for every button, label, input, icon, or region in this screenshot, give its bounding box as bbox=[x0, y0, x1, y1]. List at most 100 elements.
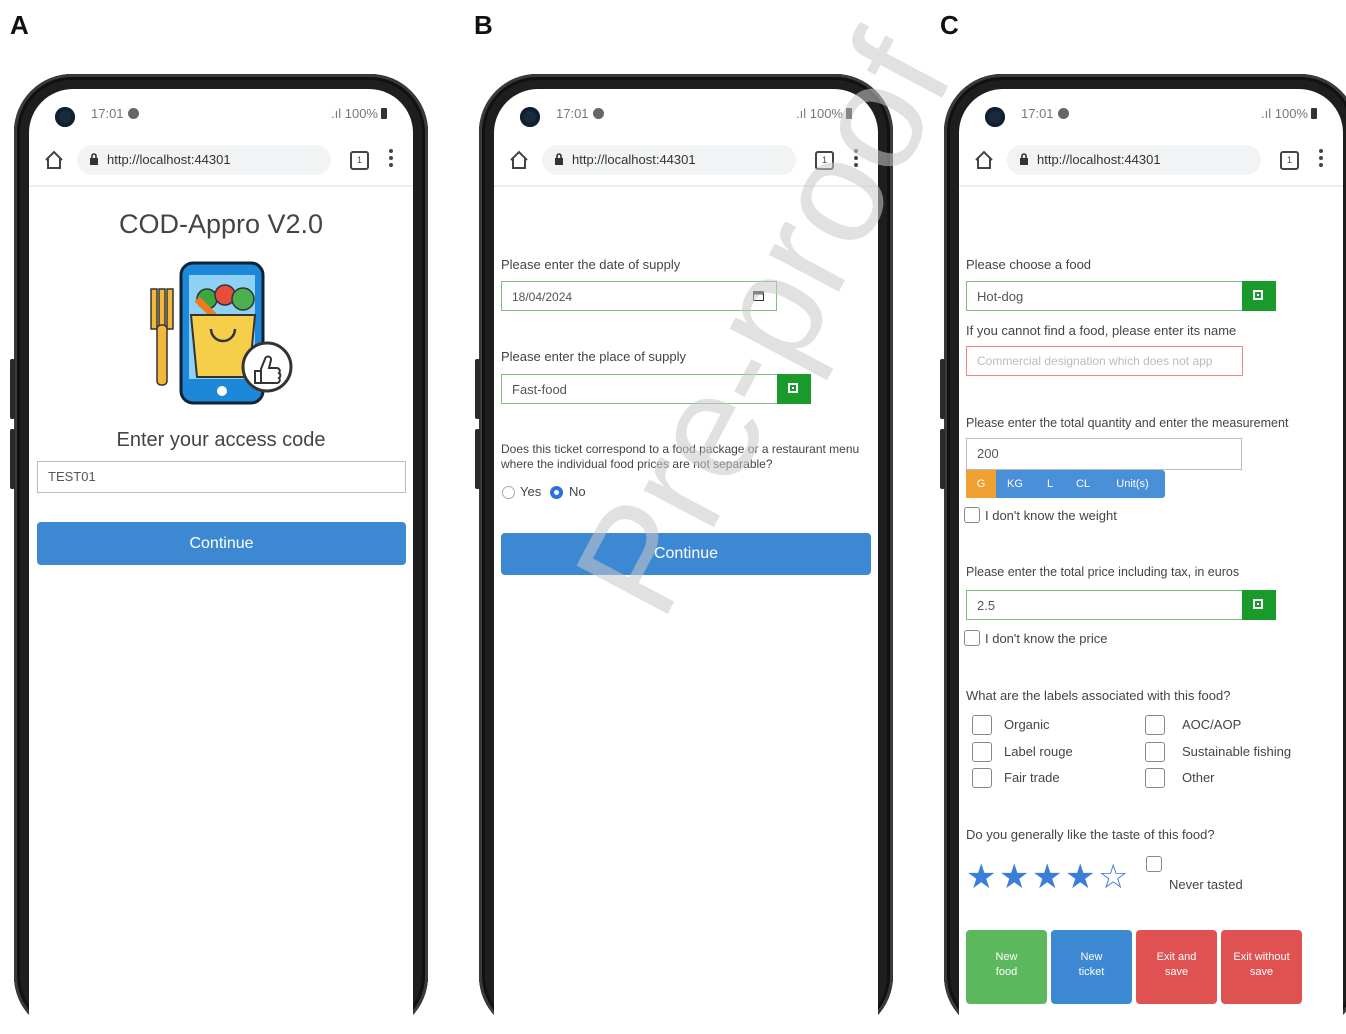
date-value: 18/04/2024 bbox=[512, 290, 573, 304]
more-menu-icon[interactable] bbox=[854, 149, 858, 170]
rating-star-icon[interactable]: ★ bbox=[999, 860, 1029, 894]
battery-icon bbox=[381, 108, 387, 119]
place-confirm-button[interactable] bbox=[777, 374, 811, 404]
organic-checkbox[interactable] bbox=[972, 715, 992, 735]
more-menu-icon[interactable] bbox=[1319, 149, 1323, 170]
rating-stars: ★ ★ ★ ★ ☆ bbox=[966, 860, 1136, 896]
dont-know-price-checkbox[interactable] bbox=[964, 630, 980, 646]
home-icon[interactable] bbox=[43, 149, 65, 171]
access-code-prompt: Enter your access code bbox=[116, 429, 326, 451]
organic-label: Organic bbox=[1004, 717, 1050, 732]
signal-battery-text: .ıl 100% bbox=[796, 106, 843, 121]
screen-a: 17:01 .ıl 100% http://localhost:44301 1 … bbox=[29, 89, 413, 1034]
date-label: Please enter the date of supply bbox=[501, 257, 681, 272]
panel-label-a: A bbox=[10, 10, 29, 40]
battery-icon bbox=[846, 108, 852, 119]
status-time: 17:01 bbox=[556, 106, 589, 121]
tabs-icon[interactable]: 1 bbox=[815, 151, 834, 170]
front-camera-icon bbox=[985, 107, 1005, 127]
panel-label-b: B bbox=[474, 10, 493, 40]
radio-no-label: No bbox=[569, 484, 586, 499]
battery-icon bbox=[1311, 108, 1317, 119]
url-text: http://localhost:44301 bbox=[572, 152, 696, 167]
new-ticket-button[interactable]: New ticket bbox=[1051, 930, 1132, 1004]
quantity-label: Please enter the total quantity and ente… bbox=[966, 416, 1289, 430]
other-label-checkbox[interactable] bbox=[1145, 768, 1165, 788]
unit-g-button[interactable]: G bbox=[966, 470, 996, 498]
browser-toolbar: http://localhost:44301 1 bbox=[29, 141, 413, 179]
date-input[interactable]: 18/04/2024 bbox=[501, 281, 777, 311]
rating-star-icon[interactable]: ★ bbox=[1032, 860, 1062, 894]
radio-yes[interactable] bbox=[502, 486, 515, 499]
new-food-button[interactable]: New food bbox=[966, 930, 1047, 1004]
quantity-input[interactable]: 200 bbox=[966, 438, 1242, 470]
address-bar[interactable]: http://localhost:44301 bbox=[542, 145, 796, 175]
exit-without-save-button[interactable]: Exit without save bbox=[1221, 930, 1302, 1004]
front-camera-icon bbox=[520, 107, 540, 127]
url-text: http://localhost:44301 bbox=[1037, 152, 1161, 167]
lock-icon bbox=[555, 153, 563, 165]
unit-l-button[interactable]: L bbox=[1034, 470, 1066, 498]
other-label: Other bbox=[1182, 770, 1215, 785]
unit-selector: G KG L CL Unit(s) bbox=[966, 470, 1165, 498]
continue-button[interactable]: Continue bbox=[501, 533, 871, 575]
notification-icon bbox=[592, 108, 604, 119]
access-code-input[interactable]: TEST01 bbox=[37, 461, 406, 493]
status-bar: 17:01 .ıl 100% bbox=[959, 103, 1343, 127]
sustainable-fishing-label: Sustainable fishing bbox=[1182, 744, 1292, 759]
taste-question: Do you generally like the taste of this … bbox=[966, 827, 1215, 842]
place-label: Please enter the place of supply bbox=[501, 349, 687, 364]
price-input[interactable]: 2.5 bbox=[966, 590, 1244, 620]
rating-star-icon[interactable]: ☆ bbox=[1098, 860, 1128, 894]
signal-battery-text: .ıl 100% bbox=[331, 106, 378, 121]
rating-star-icon[interactable]: ★ bbox=[966, 860, 996, 894]
food-hint: If you cannot find a food, please enter … bbox=[966, 323, 1237, 338]
tabs-icon[interactable]: 1 bbox=[350, 151, 369, 170]
food-input[interactable]: Hot-dog bbox=[966, 281, 1244, 311]
label-rouge-checkbox[interactable] bbox=[972, 742, 992, 762]
continue-button[interactable]: Continue bbox=[37, 522, 406, 565]
aoc-aop-label: AOC/AOP bbox=[1182, 717, 1242, 732]
address-bar[interactable]: http://localhost:44301 bbox=[77, 145, 331, 175]
never-tasted-checkbox[interactable] bbox=[1146, 856, 1162, 872]
screen-b: 17:01 .ıl 100% http://localhost:44301 1 … bbox=[494, 89, 878, 1034]
panel-label-c: C bbox=[940, 10, 959, 40]
notification-icon bbox=[1057, 108, 1069, 119]
home-icon[interactable] bbox=[508, 149, 530, 171]
food-label: Please choose a food bbox=[966, 257, 1092, 272]
app-logo-icon bbox=[150, 261, 293, 405]
never-tasted-label: Never tasted bbox=[1169, 877, 1243, 892]
phone-c: 17:01 .ıl 100% http://localhost:44301 1 … bbox=[940, 74, 1346, 1034]
dont-know-weight-checkbox[interactable] bbox=[964, 507, 980, 523]
url-text: http://localhost:44301 bbox=[107, 152, 231, 167]
aoc-aop-checkbox[interactable] bbox=[1145, 715, 1165, 735]
calendar-icon[interactable] bbox=[753, 291, 764, 301]
dont-know-weight-label: I don't know the weight bbox=[985, 508, 1117, 523]
food-confirm-button[interactable] bbox=[1242, 281, 1276, 311]
fair-trade-checkbox[interactable] bbox=[972, 768, 992, 788]
radio-no[interactable] bbox=[550, 486, 563, 499]
front-camera-icon bbox=[55, 107, 75, 127]
home-icon[interactable] bbox=[973, 149, 995, 171]
label-rouge-label: Label rouge bbox=[1004, 744, 1073, 759]
address-bar[interactable]: http://localhost:44301 bbox=[1007, 145, 1261, 175]
sustainable-fishing-checkbox[interactable] bbox=[1145, 742, 1165, 762]
lock-icon bbox=[1020, 153, 1028, 165]
more-menu-icon[interactable] bbox=[389, 149, 393, 170]
dont-know-price-label: I don't know the price bbox=[985, 631, 1108, 646]
unit-cl-button[interactable]: CL bbox=[1066, 470, 1100, 498]
price-confirm-button[interactable] bbox=[1242, 590, 1276, 620]
unit-kg-button[interactable]: KG bbox=[996, 470, 1034, 498]
food-name-input[interactable]: Commercial designation which does not ap… bbox=[966, 346, 1243, 376]
place-input[interactable]: Fast-food bbox=[501, 374, 779, 404]
labels-question: What are the labels associated with this… bbox=[966, 688, 1231, 703]
fair-trade-label: Fair trade bbox=[1004, 770, 1060, 785]
signal-battery-text: .ıl 100% bbox=[1261, 106, 1308, 121]
unit-units-button[interactable]: Unit(s) bbox=[1100, 470, 1165, 498]
screen-c: 17:01 .ıl 100% http://localhost:44301 1 … bbox=[959, 89, 1343, 1034]
status-time: 17:01 bbox=[1021, 106, 1054, 121]
tabs-icon[interactable]: 1 bbox=[1280, 151, 1299, 170]
rating-star-icon[interactable]: ★ bbox=[1065, 860, 1095, 894]
exit-and-save-button[interactable]: Exit and save bbox=[1136, 930, 1217, 1004]
package-question: Does this ticket correspond to a food pa… bbox=[501, 442, 860, 471]
